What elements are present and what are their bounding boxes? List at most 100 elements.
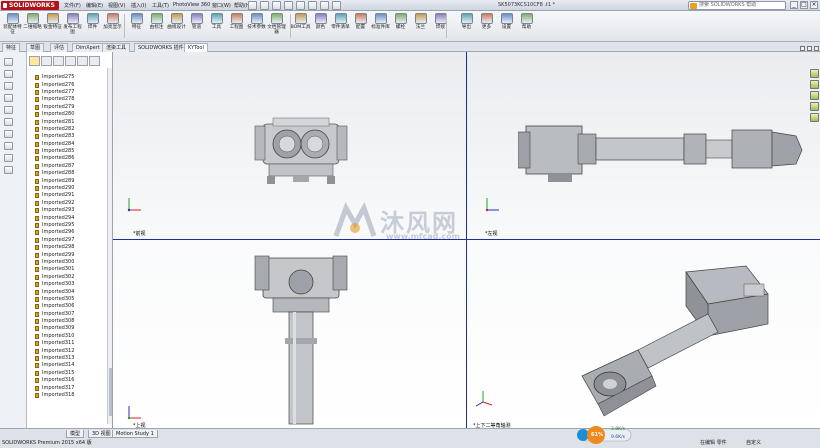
tree-item[interactable]: Imported312 (27, 347, 107, 354)
ribbon-button-4[interactable]: 焊件 (82, 13, 103, 30)
ribbon-button-14[interactable]: BOM工具 (290, 13, 311, 30)
print-icon[interactable] (284, 1, 293, 10)
top-view-part[interactable] (253, 248, 349, 428)
tree-item[interactable]: Imported276 (27, 81, 107, 88)
open-icon[interactable] (260, 1, 269, 10)
menu-tools[interactable]: 工具(T) (152, 2, 169, 9)
configuration-manager-tab-icon[interactable] (53, 56, 64, 66)
network-speed-widget[interactable]: 61% 3.8K/s 9.6K/s (577, 424, 637, 446)
command-tab-1[interactable]: 草图 (26, 43, 45, 52)
tree-item[interactable]: Imported297 (27, 237, 107, 244)
file-explorer-icon[interactable] (810, 91, 819, 100)
ribbon-button-24[interactable]: 设置 (496, 13, 517, 30)
tree-item[interactable]: Imported279 (27, 104, 107, 111)
iso-view-part[interactable] (568, 264, 808, 424)
tree-item[interactable]: Imported277 (27, 89, 107, 96)
select-icon[interactable] (308, 1, 317, 10)
ribbon-button-23[interactable]: 更多 (476, 13, 497, 30)
tree-item[interactable]: Imported287 (27, 163, 107, 170)
command-tab-3[interactable]: DimXpert (72, 43, 104, 52)
tree-item[interactable]: Imported307 (27, 311, 107, 318)
ribbon-button-6[interactable]: 特征 (126, 13, 147, 30)
tab-3d-view[interactable]: 3D 视图 (88, 430, 115, 438)
tree-item[interactable]: Imported299 (27, 251, 107, 258)
search-help-input[interactable]: 搜索 SOLIDWORKS 帮助 (688, 1, 786, 10)
command-tab-6[interactable]: KYTool (184, 43, 208, 52)
ribbon-button-21[interactable]: 焊接 (430, 13, 451, 30)
ribbon-button-1[interactable]: 二维缩略 (22, 13, 43, 30)
tree-item[interactable]: Imported301 (27, 266, 107, 273)
front-view-part[interactable] (253, 114, 349, 186)
tree-item[interactable]: Imported317 (27, 384, 107, 391)
measure-icon[interactable] (4, 130, 13, 138)
tree-item[interactable]: Imported309 (27, 325, 107, 332)
property-manager-tab-icon[interactable] (41, 56, 52, 66)
tab-model[interactable]: 模型 (66, 430, 85, 438)
ribbon-button-17[interactable]: 配置 (350, 13, 371, 30)
menu-edit[interactable]: 编辑(E) (86, 2, 103, 9)
tree-item[interactable]: Imported292 (27, 200, 107, 207)
save-icon[interactable] (272, 1, 281, 10)
menu-file[interactable]: 文件(F) (64, 2, 81, 9)
design-library-icon[interactable] (810, 80, 819, 89)
viewport-minimize-icon[interactable] (800, 46, 805, 51)
tree-item[interactable]: Imported310 (27, 333, 107, 340)
ribbon-button-18[interactable]: 标准件库 (370, 13, 391, 30)
rebuild-icon[interactable] (320, 1, 329, 10)
appearance-tab-icon[interactable] (89, 56, 100, 66)
display-icon[interactable] (4, 106, 13, 114)
tree-item[interactable]: Imported286 (27, 155, 107, 162)
tree-item[interactable]: Imported290 (27, 185, 107, 192)
menu-view[interactable]: 视图(V) (108, 2, 125, 9)
tree-item[interactable]: Imported295 (27, 222, 107, 229)
tree-item[interactable]: Imported305 (27, 296, 107, 303)
command-tab-4[interactable]: 渲染工具 (102, 43, 131, 52)
tree-item[interactable]: Imported282 (27, 126, 107, 133)
tree-item[interactable]: Imported306 (27, 303, 107, 310)
status-units[interactable]: 自定义 (746, 439, 761, 446)
options-icon[interactable] (332, 1, 341, 10)
tab-motion-study[interactable]: Motion Study 1 (112, 430, 158, 438)
tree-item[interactable]: Imported291 (27, 192, 107, 199)
export-icon[interactable] (4, 166, 13, 174)
feature-manager-tab-icon[interactable] (29, 56, 40, 66)
ribbon-button-20[interactable]: 法兰 (410, 13, 431, 30)
minimize-button[interactable]: _ (790, 1, 798, 9)
menu-insert[interactable]: 插入(I) (131, 2, 146, 9)
tree-item[interactable]: Imported284 (27, 141, 107, 148)
ribbon-button-3[interactable]: 发布工程图 (62, 13, 83, 35)
ribbon-button-13[interactable]: 文档管理器 (266, 13, 287, 35)
viewport-close-icon[interactable] (814, 46, 819, 51)
tree-item[interactable]: Imported304 (27, 288, 107, 295)
tree-item[interactable]: Imported314 (27, 362, 107, 369)
command-tab-2[interactable]: 评估 (50, 43, 69, 52)
menu-window[interactable]: 窗口(W) (212, 2, 231, 9)
ribbon-button-8[interactable]: 曲线设计 (166, 13, 187, 30)
undo-icon[interactable] (296, 1, 305, 10)
viewport-restore-icon[interactable] (807, 46, 812, 51)
new-icon[interactable] (248, 1, 257, 10)
tree-item[interactable]: Imported302 (27, 274, 107, 281)
display-manager-tab-icon[interactable] (77, 56, 88, 66)
resources-icon[interactable] (810, 69, 819, 78)
ribbon-button-5[interactable]: 加亮显示 (102, 13, 123, 30)
view-palette-icon[interactable] (810, 102, 819, 111)
property-icon[interactable] (4, 70, 13, 78)
tree-item[interactable]: Imported316 (27, 377, 107, 384)
tree-item[interactable]: Imported275 (27, 74, 107, 81)
layer-icon[interactable] (4, 142, 13, 150)
ribbon-button-11[interactable]: 工程图 (226, 13, 247, 30)
ribbon-button-7[interactable]: 由标注 (146, 13, 167, 30)
tree-item[interactable]: Imported296 (27, 229, 107, 236)
link-icon[interactable] (4, 154, 13, 162)
maximize-button[interactable]: □ (800, 1, 808, 9)
solidworks-logo[interactable]: SOLIDWORKS (1, 1, 59, 10)
tree-item[interactable]: Imported288 (27, 170, 107, 177)
tree-item[interactable]: Imported318 (27, 392, 107, 399)
tree-item[interactable]: Imported298 (27, 244, 107, 251)
ribbon-button-16[interactable]: 零件清单 (330, 13, 351, 30)
tree-item[interactable]: Imported311 (27, 340, 107, 347)
tree-item[interactable]: Imported281 (27, 118, 107, 125)
tree-item[interactable]: Imported308 (27, 318, 107, 325)
tree-item[interactable]: Imported315 (27, 370, 107, 377)
